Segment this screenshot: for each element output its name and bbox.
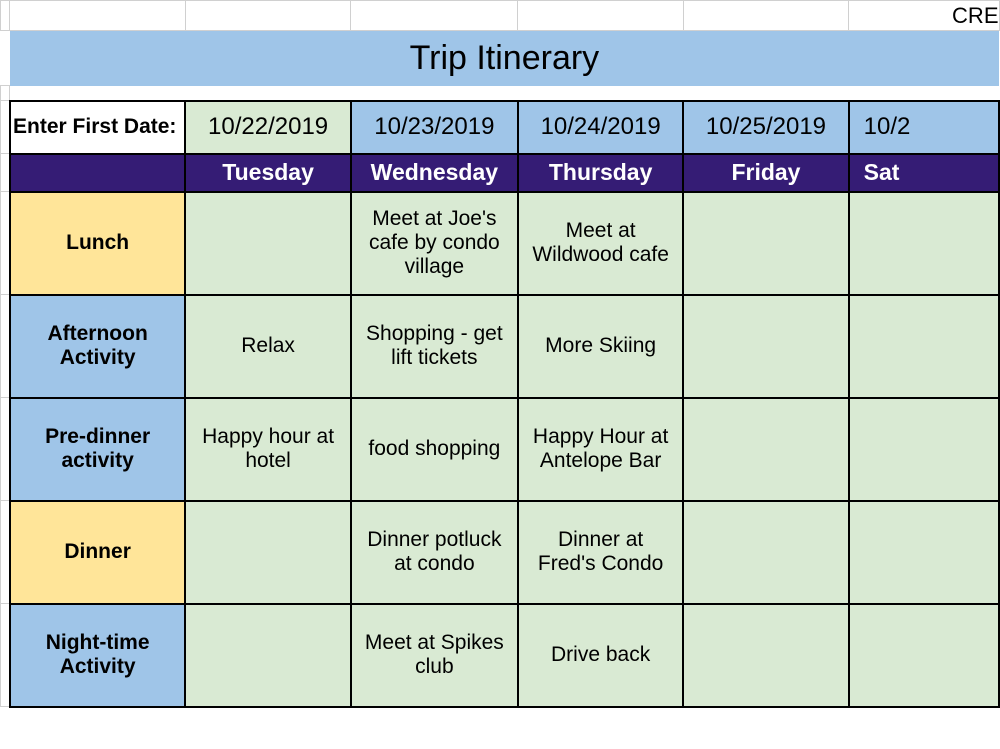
cre-label: CRE	[849, 1, 999, 31]
day-cell-2: Thursday	[518, 154, 683, 192]
cell-afternoon-1[interactable]: Shopping - get lift tickets	[351, 295, 518, 398]
title-row: Trip Itinerary	[1, 31, 1000, 86]
cell-night-1[interactable]: Meet at Spikes club	[351, 604, 518, 707]
row-label-lunch: Lunch	[10, 192, 186, 295]
date-cell-4[interactable]: 10/2	[849, 101, 999, 154]
cell-afternoon-0[interactable]: Relax	[185, 295, 350, 398]
table-row-predinner: Pre-dinner activityHappy hour at hotelfo…	[1, 398, 1000, 501]
cell-afternoon-2[interactable]: More Skiing	[518, 295, 683, 398]
cell-night-2[interactable]: Drive back	[518, 604, 683, 707]
cell-predinner-2[interactable]: Happy Hour at Antelope Bar	[518, 398, 683, 501]
table-row-dinner: Dinner Dinner potluck at condoDinner at F…	[1, 501, 1000, 604]
itinerary-table[interactable]: CRE Trip Itinerary Enter First Date: 10/…	[0, 0, 1000, 708]
cell-dinner-4[interactable]	[849, 501, 999, 604]
cell-dinner-0[interactable]	[185, 501, 350, 604]
spreadsheet-viewport[interactable]: CRE Trip Itinerary Enter First Date: 10/…	[0, 0, 1000, 749]
cell-dinner-2[interactable]: Dinner at Fred's Condo	[518, 501, 683, 604]
cell-night-3[interactable]	[683, 604, 848, 707]
cell-predinner-4[interactable]	[849, 398, 999, 501]
cell-lunch-3[interactable]	[683, 192, 848, 295]
cell-afternoon-3[interactable]	[683, 295, 848, 398]
cell-dinner-1[interactable]: Dinner potluck at condo	[351, 501, 518, 604]
table-row-afternoon: Afternoon ActivityRelaxShopping - get li…	[1, 295, 1000, 398]
cell-lunch-1[interactable]: Meet at Joe's cafe by condo village	[351, 192, 518, 295]
date-cell-3[interactable]: 10/25/2019	[683, 101, 848, 154]
date-cell-0[interactable]: 10/22/2019	[185, 101, 350, 154]
table-row-night: Night-time Activity Meet at Spikes clubDr…	[1, 604, 1000, 707]
cell-predinner-1[interactable]: food shopping	[351, 398, 518, 501]
cell-dinner-3[interactable]	[683, 501, 848, 604]
row-label-dinner: Dinner	[10, 501, 186, 604]
cell-predinner-3[interactable]	[683, 398, 848, 501]
row-label-afternoon: Afternoon Activity	[10, 295, 186, 398]
cell-night-0[interactable]	[185, 604, 350, 707]
cell-lunch-0[interactable]	[185, 192, 350, 295]
date-cell-1[interactable]: 10/23/2019	[351, 101, 518, 154]
date-header-row: Enter First Date: 10/22/2019 10/23/2019 …	[1, 101, 1000, 154]
first-date-label: Enter First Date:	[10, 101, 186, 154]
cell-afternoon-4[interactable]	[849, 295, 999, 398]
page-title: Trip Itinerary	[10, 31, 999, 86]
cell-night-4[interactable]	[849, 604, 999, 707]
table-row-lunch: Lunch Meet at Joe's cafe by condo village…	[1, 192, 1000, 295]
gap-row	[1, 86, 1000, 101]
cell-predinner-0[interactable]: Happy hour at hotel	[185, 398, 350, 501]
top-blank-row: CRE	[1, 1, 1000, 31]
cell-lunch-2[interactable]: Meet at Wildwood cafe	[518, 192, 683, 295]
day-cell-3: Friday	[683, 154, 848, 192]
day-cell-4: Sat	[849, 154, 999, 192]
row-label-predinner: Pre-dinner activity	[10, 398, 186, 501]
day-cell-0: Tuesday	[185, 154, 350, 192]
day-cell-1: Wednesday	[351, 154, 518, 192]
day-header-row: Tuesday Wednesday Thursday Friday Sat	[1, 154, 1000, 192]
row-label-night: Night-time Activity	[10, 604, 186, 707]
cell-lunch-4[interactable]	[849, 192, 999, 295]
date-cell-2[interactable]: 10/24/2019	[518, 101, 683, 154]
